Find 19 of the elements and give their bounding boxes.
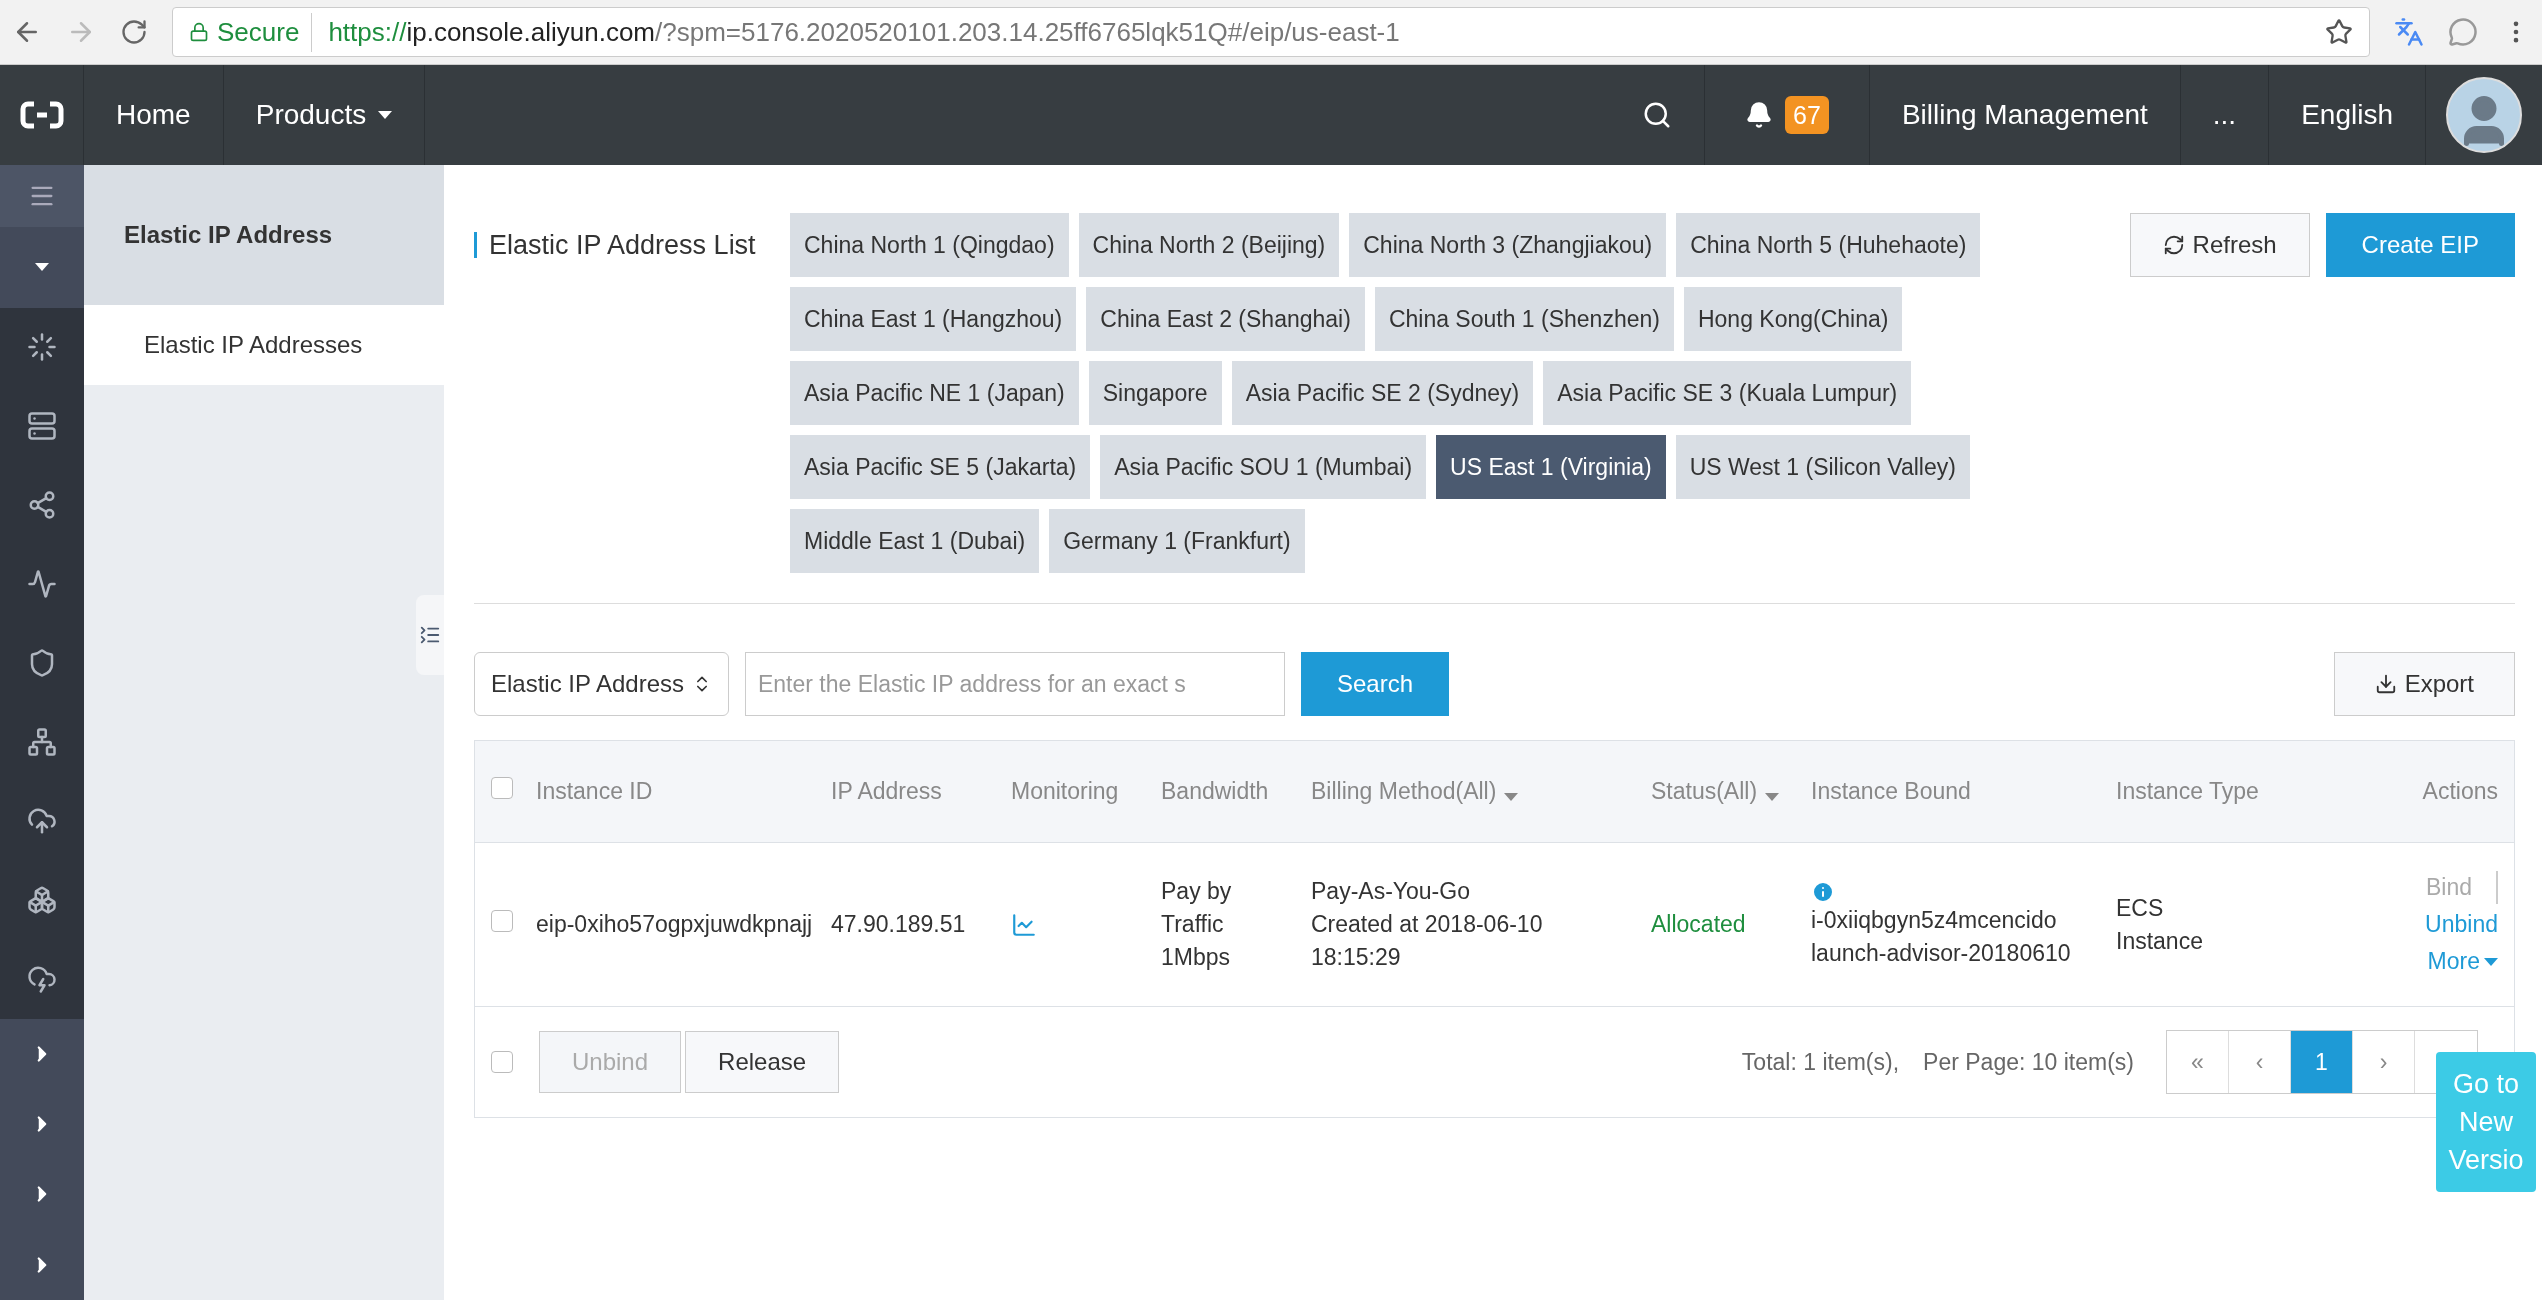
column-header: Actions bbox=[2421, 777, 2499, 807]
table-cell-text: Pay-As-You-Go Created at 2018-06-10 18:15:29 bbox=[1311, 877, 1544, 972]
column-header: Instance Type bbox=[2116, 777, 2260, 807]
status-text: Allocated bbox=[1651, 910, 1747, 939]
notification-badge: 67 bbox=[1785, 96, 1829, 134]
page-title: Elastic IP Address List bbox=[489, 229, 756, 262]
table-cell-text: eip-0xiho57ogpxjuwdkpnajj bbox=[536, 910, 814, 939]
table-cell-text: 47.90.189.51 bbox=[831, 910, 967, 939]
column-header: Bandwidth bbox=[1161, 777, 1270, 807]
table-cell-text: Pay by Traffic 1Mbps bbox=[1161, 877, 1233, 972]
total-text: Total: 1 item(s), bbox=[1741, 1047, 1900, 1077]
column-header: Instance ID bbox=[536, 777, 654, 807]
table-cell-text: ECS Instance bbox=[2116, 893, 2204, 956]
table-cell-text: i-0xiiqbgyn5z4mcencido launch-advisor-20180610 bbox=[1811, 905, 2071, 968]
column-header: IP Address bbox=[831, 777, 943, 807]
per-page-text: Per Page: 10 item(s) bbox=[1923, 1047, 2134, 1077]
column-header: Monitoring bbox=[1011, 777, 1120, 807]
sidebar-header: Elastic IP Address bbox=[84, 165, 444, 305]
column-header: Instance Bound bbox=[1811, 777, 1972, 807]
